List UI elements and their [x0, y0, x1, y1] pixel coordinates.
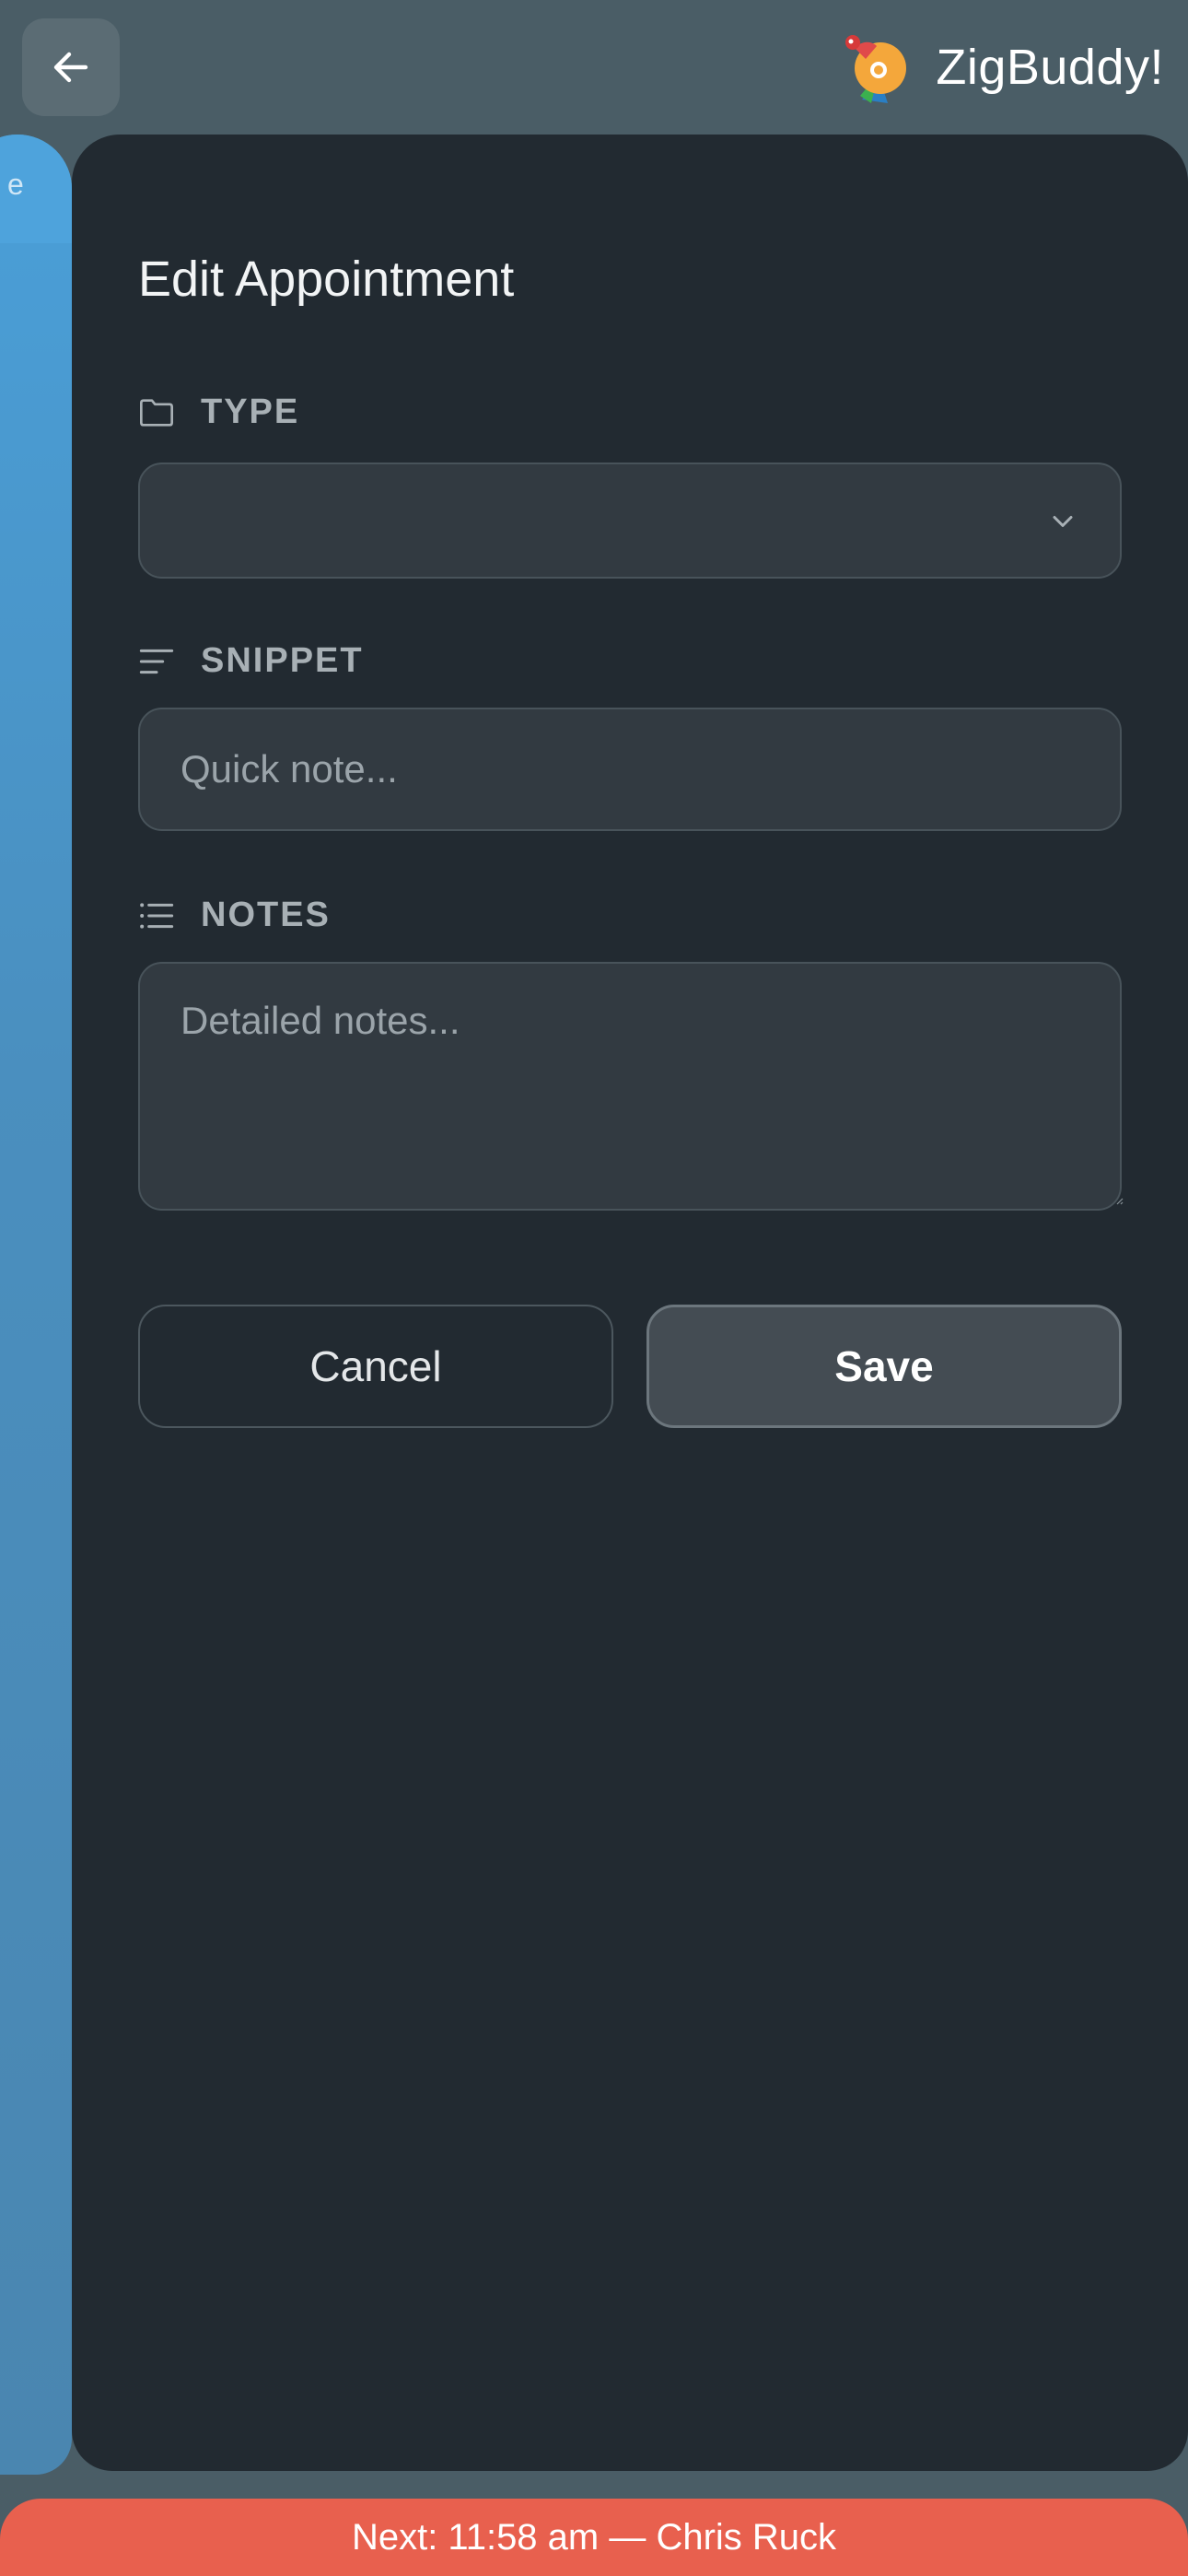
folder-icon [140, 398, 174, 427]
type-select[interactable] [138, 463, 1122, 579]
dialog-title: Edit Appointment [138, 252, 515, 307]
align-left-icon [139, 649, 174, 673]
chevron-down-icon [1053, 516, 1073, 527]
background-panel: e [0, 135, 72, 2475]
snippet-label-text: SNIPPET [201, 641, 364, 680]
app-name: ZigBuddy! [936, 40, 1164, 95]
snippet-input[interactable] [138, 708, 1122, 831]
type-label-text: TYPE [201, 392, 300, 431]
snippet-label: SNIPPET [138, 641, 364, 681]
arrow-left-icon [53, 52, 88, 83]
background-tab[interactable]: e [0, 135, 72, 243]
back-button[interactable] [22, 18, 120, 116]
list-icon [140, 902, 174, 929]
save-button[interactable]: Save [646, 1305, 1122, 1428]
resize-grip-icon[interactable] [1112, 1194, 1124, 1205]
next-appointment-text: Next: 11:58 am — Chris Ruck [351, 2517, 837, 2558]
background-tab-label: e [7, 168, 24, 201]
bird-logo [845, 35, 907, 103]
notes-textarea[interactable] [138, 962, 1122, 1211]
next-appointment-banner[interactable]: Next: 11:58 am — Chris Ruck [0, 2499, 1188, 2576]
edit-appointment-sheet: Edit Appointment TYPE SNIPPET Quick note… [72, 135, 1188, 2471]
screen: e ZigBuddy! Edit Appointment TYPE SNIPPE… [0, 0, 1188, 2576]
notes-label-text: NOTES [201, 896, 331, 934]
type-label: TYPE [138, 392, 299, 432]
cancel-button[interactable]: Cancel [138, 1305, 613, 1428]
notes-label: NOTES [138, 896, 331, 935]
brand: ZigBuddy! [834, 28, 1164, 107]
